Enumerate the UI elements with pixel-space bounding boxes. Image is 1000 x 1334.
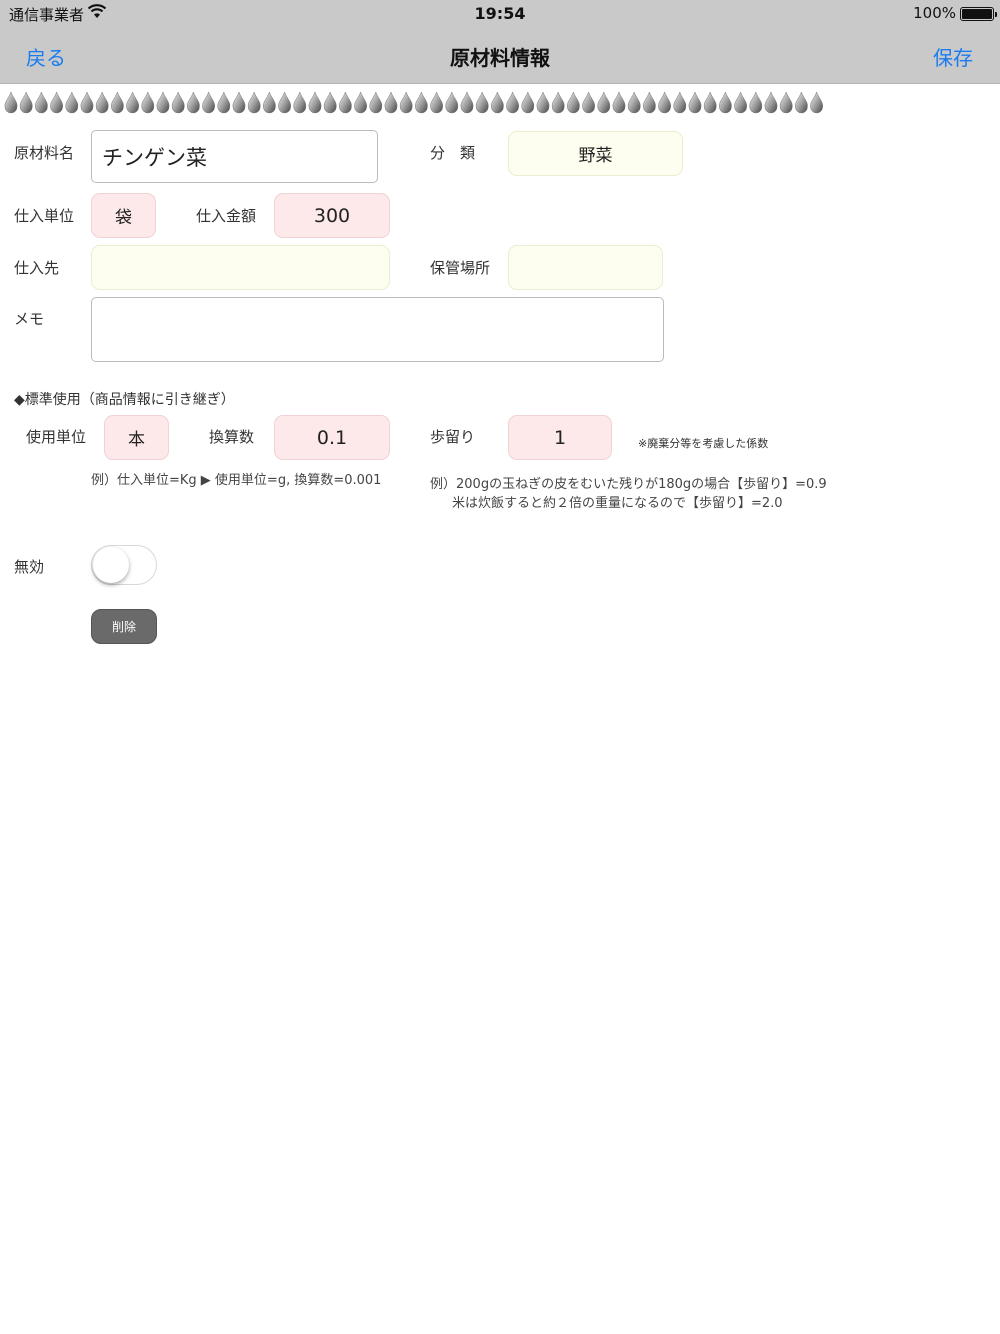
storage-label: 保管場所	[430, 259, 491, 277]
battery-icon	[960, 7, 997, 21]
purchase-unit-label: 仕入単位	[14, 207, 75, 225]
drop-icon	[95, 91, 109, 114]
drop-icon	[171, 91, 185, 114]
drop-icon	[749, 91, 763, 114]
drop-icon	[536, 91, 550, 114]
drop-icon	[597, 91, 611, 114]
drop-icon	[703, 91, 717, 114]
category-label: 分 類	[430, 144, 476, 162]
drop-icon	[308, 91, 322, 114]
drop-icon	[460, 91, 474, 114]
drop-icon	[232, 91, 246, 114]
delete-button[interactable]: 削除	[91, 609, 157, 644]
drop-icon	[734, 91, 747, 114]
drop-icon	[658, 91, 671, 114]
page-title: 原材料情報	[450, 46, 550, 70]
yield-label: 歩留り	[430, 428, 476, 446]
drop-icon	[719, 91, 732, 114]
drop-icon	[126, 91, 139, 114]
yield-field[interactable]: 1	[508, 415, 612, 460]
conversion-label: 換算数	[209, 428, 255, 446]
drop-icon	[217, 91, 231, 114]
yield-note: ※廃棄分等を考慮した係数	[638, 437, 769, 450]
drop-icon	[430, 91, 443, 114]
drop-icon	[475, 91, 489, 114]
drop-icon-row	[4, 91, 823, 114]
drop-icon	[4, 91, 18, 114]
name-field[interactable]: チンゲン菜	[91, 130, 378, 183]
battery-percent: 100%	[913, 4, 956, 22]
supplier-field[interactable]	[91, 245, 390, 290]
drop-icon	[247, 91, 261, 114]
drop-icon	[19, 91, 33, 114]
drop-icon	[491, 91, 504, 114]
memo-label: メモ	[14, 310, 45, 328]
drop-icon	[187, 91, 200, 114]
toggle-knob	[93, 547, 129, 583]
drop-icon	[369, 91, 383, 114]
drop-icon	[673, 91, 687, 114]
drop-icon	[65, 91, 79, 114]
drop-icon	[354, 91, 367, 114]
drop-icon	[521, 91, 535, 114]
supplier-label: 仕入先	[14, 259, 60, 277]
category-field[interactable]: 野菜	[508, 131, 683, 176]
name-label: 原材料名	[14, 144, 75, 162]
drop-icon	[50, 91, 63, 114]
disabled-toggle[interactable]	[91, 545, 157, 585]
drop-icon	[35, 91, 48, 114]
drop-icon	[795, 91, 808, 114]
drop-icon	[156, 91, 170, 114]
status-time: 19:54	[474, 4, 526, 23]
drop-icon	[202, 91, 215, 114]
drop-icon	[339, 91, 352, 114]
drop-icon	[688, 91, 702, 114]
drop-icon	[111, 91, 124, 114]
standard-usage-heading: ◆標準使用（商品情報に引き継ぎ）	[14, 392, 235, 408]
drop-icon	[323, 91, 337, 114]
drop-icon	[551, 91, 565, 114]
purchase-unit-field[interactable]: 袋	[91, 193, 156, 238]
drop-icon	[445, 91, 459, 114]
drop-icon	[293, 91, 307, 114]
drop-icon	[764, 91, 778, 114]
save-button[interactable]: 保存	[933, 42, 973, 71]
drop-icon	[582, 91, 595, 114]
use-unit-field[interactable]: 本	[104, 415, 169, 460]
drop-icon	[80, 91, 94, 114]
drop-icon	[141, 91, 155, 114]
drop-icon	[567, 91, 580, 114]
memo-field[interactable]	[91, 297, 664, 362]
disabled-label: 無効	[14, 558, 45, 576]
drop-icon	[643, 91, 656, 114]
drop-icon	[627, 91, 641, 114]
use-unit-label: 使用単位	[26, 428, 87, 446]
drop-icon	[278, 91, 291, 114]
drop-icon	[779, 91, 793, 114]
storage-field[interactable]	[508, 245, 663, 290]
drop-icon	[399, 91, 413, 114]
conversion-field[interactable]: 0.1	[274, 415, 390, 460]
drop-icon	[506, 91, 519, 114]
yield-example-text-1: 例）200gの玉ねぎの皮をむいた残りが180gの場合【歩留り】=0.9	[430, 477, 827, 492]
unit-example-text: 例）仕入単位=Kg ▶ 使用単位=g, 換算数=0.001	[91, 473, 382, 488]
drop-icon	[612, 91, 626, 114]
purchase-price-field[interactable]: 300	[274, 193, 390, 238]
drop-icon	[810, 91, 823, 114]
purchase-price-label: 仕入金額	[196, 207, 257, 225]
drop-icon	[384, 91, 398, 114]
drop-icon	[263, 91, 276, 114]
drop-icon	[415, 91, 428, 114]
yield-example-text-2: 米は炊飯すると約２倍の重量になるので【歩留り】=2.0	[452, 496, 783, 511]
